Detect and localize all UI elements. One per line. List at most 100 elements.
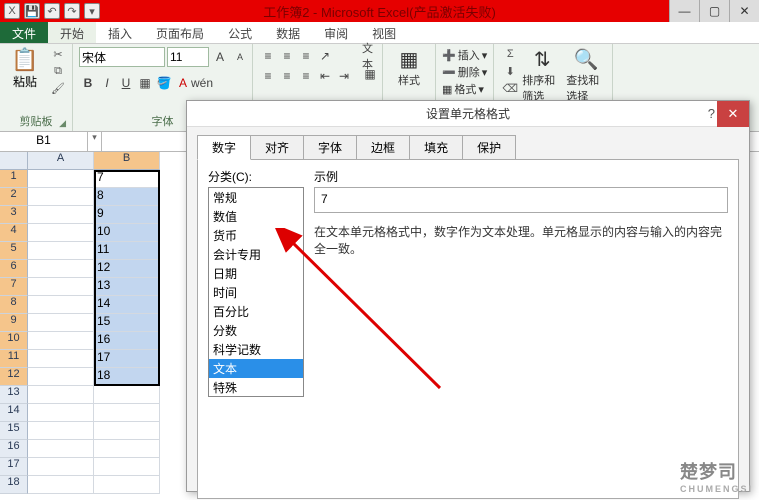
excel-icon[interactable]: X <box>4 3 20 19</box>
cell[interactable] <box>28 386 94 404</box>
cell[interactable] <box>94 440 160 458</box>
bold-button[interactable]: B <box>79 74 97 92</box>
row-header[interactable]: 13 <box>0 386 28 404</box>
dialog-close-button[interactable]: ✕ <box>717 101 749 127</box>
cell[interactable] <box>28 404 94 422</box>
row-header[interactable]: 6 <box>0 260 28 278</box>
align-bottom-icon[interactable]: ≡ <box>297 47 315 65</box>
tab-review[interactable]: 审阅 <box>312 22 360 43</box>
category-item[interactable]: 常规 <box>209 188 303 207</box>
category-item[interactable]: 会计专用 <box>209 245 303 264</box>
row-header[interactable]: 7 <box>0 278 28 296</box>
cell[interactable] <box>28 440 94 458</box>
dialog-tab[interactable]: 保护 <box>462 135 516 160</box>
column-header[interactable]: B <box>94 152 160 170</box>
clipboard-launcher-icon[interactable]: ◢ <box>59 118 66 129</box>
cell[interactable] <box>28 278 94 296</box>
cut-icon[interactable]: ✂ <box>50 47 66 61</box>
row-header[interactable]: 11 <box>0 350 28 368</box>
category-item[interactable]: 货币 <box>209 226 303 245</box>
cell[interactable]: 15 <box>94 314 160 332</box>
redo-icon[interactable]: ↷ <box>64 3 80 19</box>
row-header[interactable]: 10 <box>0 332 28 350</box>
insert-cells-button[interactable]: ➕插入▾ <box>442 47 487 63</box>
font-color-icon[interactable]: A <box>174 74 192 92</box>
row-header[interactable]: 17 <box>0 458 28 476</box>
delete-cells-button[interactable]: ➖删除▾ <box>442 64 487 80</box>
border-icon[interactable]: ▦ <box>136 74 154 92</box>
fill-color-icon[interactable]: 🪣 <box>155 74 173 92</box>
format-cells-button[interactable]: ▦格式▾ <box>442 81 487 97</box>
cell[interactable] <box>28 350 94 368</box>
autosum-icon[interactable]: Σ <box>502 47 518 61</box>
select-all-corner[interactable] <box>0 152 28 170</box>
maximize-button[interactable]: ▢ <box>699 0 729 22</box>
category-item[interactable]: 百分比 <box>209 302 303 321</box>
cell[interactable] <box>94 422 160 440</box>
cell[interactable] <box>28 458 94 476</box>
qat-dropdown-icon[interactable]: ▾ <box>84 3 100 19</box>
minimize-button[interactable]: — <box>669 0 699 22</box>
cell[interactable] <box>28 188 94 206</box>
indent-decrease-icon[interactable]: ⇤ <box>316 67 334 85</box>
category-item[interactable]: 科学记数 <box>209 340 303 359</box>
row-header[interactable]: 18 <box>0 476 28 494</box>
save-icon[interactable]: 💾 <box>24 3 40 19</box>
row-header[interactable]: 9 <box>0 314 28 332</box>
cell[interactable]: 14 <box>94 296 160 314</box>
align-top-icon[interactable]: ≡ <box>259 47 277 65</box>
find-select-button[interactable]: 🔍 查找和选择 <box>566 47 606 104</box>
row-header[interactable]: 5 <box>0 242 28 260</box>
cell[interactable]: 8 <box>94 188 160 206</box>
row-header[interactable]: 15 <box>0 422 28 440</box>
dialog-tab[interactable]: 对齐 <box>250 135 304 160</box>
cell[interactable]: 9 <box>94 206 160 224</box>
category-item[interactable]: 文本 <box>209 359 303 378</box>
row-header[interactable]: 8 <box>0 296 28 314</box>
row-header[interactable]: 3 <box>0 206 28 224</box>
fill-icon[interactable]: ⬇ <box>502 64 518 78</box>
cell[interactable]: 12 <box>94 260 160 278</box>
cell[interactable] <box>28 260 94 278</box>
cell[interactable]: 16 <box>94 332 160 350</box>
paste-button[interactable]: 📋 粘贴 <box>6 47 44 90</box>
cell[interactable] <box>28 332 94 350</box>
file-tab[interactable]: 文件 <box>0 22 48 43</box>
name-box[interactable]: B1 <box>0 132 88 151</box>
category-item[interactable]: 特殊 <box>209 378 303 397</box>
dialog-tab[interactable]: 字体 <box>303 135 357 160</box>
cell[interactable] <box>94 386 160 404</box>
cell-styles-button[interactable]: ▦ 样式 <box>389 47 429 88</box>
tab-formulas[interactable]: 公式 <box>216 22 264 43</box>
dialog-tab[interactable]: 填充 <box>409 135 463 160</box>
row-header[interactable]: 12 <box>0 368 28 386</box>
cell[interactable] <box>28 242 94 260</box>
tab-page-layout[interactable]: 页面布局 <box>144 22 216 43</box>
dialog-help-icon[interactable]: ? <box>708 106 715 121</box>
cell[interactable] <box>28 368 94 386</box>
phonetic-icon[interactable]: wén <box>193 74 211 92</box>
cell[interactable] <box>94 458 160 476</box>
dialog-tab[interactable]: 边框 <box>356 135 410 160</box>
cell[interactable] <box>28 476 94 494</box>
align-right-icon[interactable]: ≡ <box>297 67 315 85</box>
shrink-font-icon[interactable]: A <box>231 48 249 66</box>
cell[interactable]: 17 <box>94 350 160 368</box>
row-header[interactable]: 1 <box>0 170 28 188</box>
orientation-icon[interactable]: ↗ <box>316 47 334 65</box>
cell[interactable] <box>28 224 94 242</box>
italic-button[interactable]: I <box>98 74 116 92</box>
sort-filter-button[interactable]: ⇅ 排序和筛选 <box>522 47 562 104</box>
tab-insert[interactable]: 插入 <box>96 22 144 43</box>
row-header[interactable]: 16 <box>0 440 28 458</box>
font-size-select[interactable] <box>167 47 209 67</box>
category-item[interactable]: 日期 <box>209 264 303 283</box>
category-list[interactable]: 常规数值货币会计专用日期时间百分比分数科学记数文本特殊自定义 <box>208 187 304 397</box>
align-center-icon[interactable]: ≡ <box>278 67 296 85</box>
dialog-tab[interactable]: 数字 <box>197 135 251 160</box>
underline-button[interactable]: U <box>117 74 135 92</box>
name-box-dropdown-icon[interactable]: ▾ <box>88 132 102 151</box>
tab-home[interactable]: 开始 <box>48 22 96 43</box>
font-name-select[interactable] <box>79 47 165 67</box>
align-middle-icon[interactable]: ≡ <box>278 47 296 65</box>
